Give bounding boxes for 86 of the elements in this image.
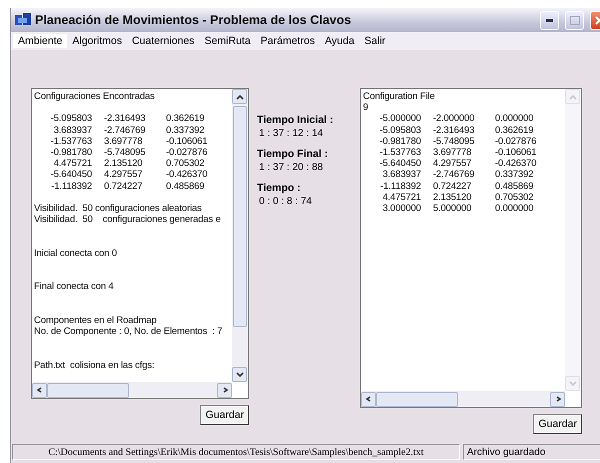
number-value: 2.135120 (432, 192, 472, 203)
number-value: 3.683937 (52, 124, 92, 136)
save-button[interactable]: Guardar (200, 405, 249, 425)
number-value: 4.297557 (103, 169, 144, 181)
number-value: 0.724227 (103, 180, 144, 192)
number-value: 0.362619 (494, 124, 534, 136)
menu-item[interactable]: Algoritmos (67, 34, 127, 48)
app-icon (15, 13, 31, 27)
number-value: -5.748095 (432, 136, 476, 147)
text-line: No. de Componente : 0, No. de Elementos : 7 (34, 326, 224, 338)
status-path: C:\Documents and Settings\Erik\Mis documentos\Tesis\Software\Samples\bench_sample2.txt (12, 444, 460, 460)
time-label: Tiempo Inicial : (257, 114, 334, 126)
menu-item[interactable]: Ayuda (320, 34, 360, 48)
menu-item[interactable]: Parámetros (256, 34, 320, 48)
text-line: Componentes en el Roadmap (34, 314, 158, 326)
number-value: 4.475721 (52, 158, 92, 170)
number-value: 0.705302 (165, 158, 206, 170)
number-value: -1.537763 (378, 146, 421, 158)
text-line: 9 (363, 102, 370, 114)
number-value: -1.118392 (379, 180, 421, 192)
number-value: -5.640450 (50, 169, 92, 181)
text-area[interactable] (31, 88, 249, 399)
number-value: -0.027876 (165, 146, 208, 158)
text-line: Inicial conecta con 0 (34, 248, 118, 259)
time-value: 1 : 37 : 20 : 88 (258, 162, 324, 173)
text-line: Configuraciones Encontradas (34, 91, 156, 102)
text-line: Configuration File (363, 91, 436, 102)
number-value: -5.095803 (378, 124, 421, 136)
number-value: -2.316493 (103, 113, 146, 125)
time-label: Tiempo Final : (257, 148, 329, 160)
number-value: -5.095803 (50, 113, 92, 125)
window-title: Planeación de Movimientos - Problema de los Clavos (35, 13, 352, 27)
number-value: -0.106061 (494, 146, 538, 158)
number-value: 4.297557 (432, 158, 472, 170)
vertical-scrollbar[interactable] (232, 89, 248, 382)
menu-item[interactable]: SemiRuta (199, 34, 256, 48)
menu-item[interactable]: Ambiente (13, 34, 68, 48)
number-value: -0.981780 (50, 146, 92, 158)
time-label: Tiempo : (257, 182, 302, 194)
number-value: -0.981780 (378, 136, 421, 147)
number-value: -5.748095 (103, 146, 146, 158)
number-value: -5.000000 (378, 113, 421, 125)
number-value: 2.135120 (103, 158, 144, 170)
number-value: 3.697778 (103, 136, 144, 147)
number-value: 0.000000 (494, 113, 534, 125)
number-value: -2.746769 (103, 124, 146, 136)
time-value: 0 : 0 : 8 : 74 (258, 196, 313, 207)
number-value: -0.027876 (494, 136, 538, 147)
text-line: Final conecta con 4 (34, 281, 115, 292)
number-value: 4.475721 (382, 192, 421, 203)
maximize-icon (570, 16, 580, 24)
number-value: 3.000000 (382, 202, 421, 214)
text-line: Visibilidad. 50 configuraciones aleatorias (34, 202, 203, 214)
number-value: -2.746769 (432, 169, 476, 181)
number-value: 5.000000 (432, 202, 472, 214)
number-value: 0.724227 (432, 180, 472, 192)
number-value: -1.537763 (50, 136, 92, 147)
number-value: 0.000000 (494, 202, 534, 214)
number-value: -1.118392 (50, 180, 92, 192)
horizontal-scrollbar[interactable] (32, 382, 232, 398)
number-value: 0.337392 (165, 124, 206, 136)
number-value: -5.640450 (378, 158, 421, 170)
number-value: 0.337392 (494, 169, 534, 181)
number-value: 0.485869 (165, 180, 206, 192)
text-area[interactable] (360, 88, 582, 408)
maximize-button[interactable] (565, 10, 584, 30)
minimize-button[interactable] (540, 10, 559, 30)
number-value: -0.426370 (165, 169, 208, 181)
number-value: 0.362619 (165, 113, 206, 125)
number-value: -2.000000 (432, 113, 476, 125)
number-value: 3.697778 (432, 146, 472, 158)
number-value: 0.485869 (494, 180, 534, 192)
number-value: -0.106061 (165, 136, 208, 147)
minimize-icon (546, 18, 553, 22)
text-line: Path.txt colisiona en las cfgs: (34, 360, 156, 371)
time-value: 1 : 37 : 12 : 14 (258, 128, 324, 139)
save-button[interactable]: Guardar (533, 414, 582, 434)
text-line: Visibilidad. 50 configuraciones generadas e (34, 214, 222, 226)
number-value: 3.683937 (382, 169, 421, 181)
menu-item[interactable]: Salir (359, 34, 390, 48)
number-value: 0.705302 (494, 192, 534, 203)
horizontal-scrollbar[interactable] (361, 391, 565, 407)
status-message: Archivo guardado (463, 444, 600, 460)
number-value: -0.426370 (494, 158, 538, 170)
number-value: -2.316493 (432, 124, 476, 136)
menu-item[interactable]: Cuaterniones (126, 34, 200, 48)
